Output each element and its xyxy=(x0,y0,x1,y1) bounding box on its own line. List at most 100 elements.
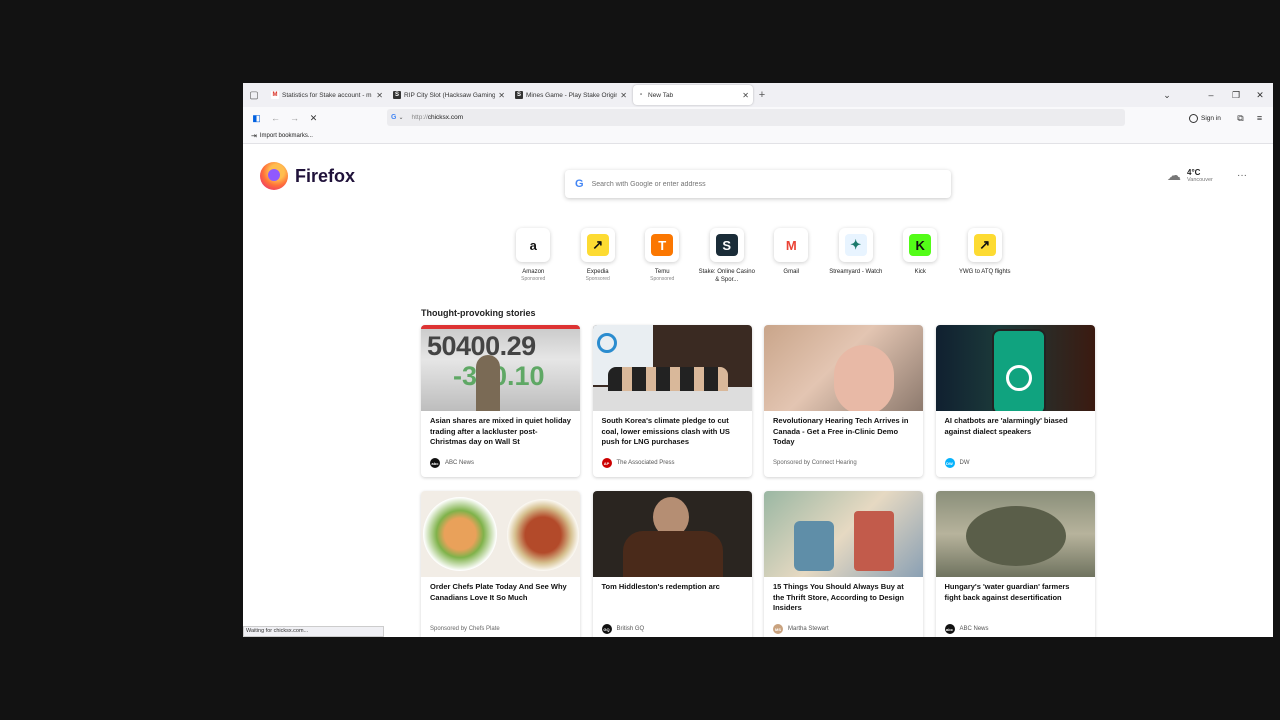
restore-icon[interactable]: ❐ xyxy=(1224,83,1248,107)
sidebar-toggle-icon[interactable]: ◧ xyxy=(247,109,266,127)
search-box[interactable]: G xyxy=(565,170,951,198)
top-site-icon-frame[interactable]: ✦ xyxy=(838,228,873,262)
story-title: AI chatbots are 'alarmingly' biased agai… xyxy=(944,416,1068,436)
sponsored-label: Sponsored xyxy=(585,276,610,282)
close-icon[interactable]: ✕ xyxy=(376,91,383,100)
weather-widget[interactable]: ☁ 4°C Vancouver xyxy=(1167,167,1213,184)
story-card[interactable]: Hungary's 'water guardian' farmers fight… xyxy=(935,491,1095,637)
publisher-logo-icon: abc xyxy=(430,458,440,468)
tab-new-tab[interactable]: • New Tab ✕ xyxy=(633,85,753,105)
search-input[interactable] xyxy=(591,180,932,188)
story-card[interactable]: 50400.29-350.10 Asian shares are mixed in… xyxy=(421,325,580,477)
firefox-logo: Firefox xyxy=(260,162,355,190)
tab-title: Statistics for Stake account - m xyxy=(282,91,372,99)
top-site-tile[interactable]: K Kick xyxy=(888,228,953,284)
address-bar[interactable]: G ⌄ http:// chicksx.com xyxy=(387,109,1125,126)
menu-hamburger-icon[interactable]: ≡ xyxy=(1250,109,1269,127)
top-site-label: YWG to ATQ flights xyxy=(958,269,1011,275)
story-thumbnail xyxy=(935,325,1095,411)
search-engine-google-icon[interactable]: G xyxy=(391,114,396,121)
story-title: Revolutionary Hearing Tech Arrives in Ca… xyxy=(773,416,909,446)
story-card[interactable]: AI chatbots are 'alarmingly' biased agai… xyxy=(935,325,1095,477)
extensions-icon[interactable]: ⧉ xyxy=(1231,109,1250,127)
publisher-name: Martha Stewart xyxy=(788,626,829,632)
top-site-icon-frame[interactable]: ↗ xyxy=(967,228,1002,262)
list-all-tabs-chevron-icon[interactable]: ⌄ xyxy=(1155,83,1179,107)
gmail-favicon-icon: M xyxy=(271,91,279,99)
close-icon[interactable]: ✕ xyxy=(498,91,505,100)
sponsored-label: Sponsored xyxy=(521,276,546,282)
import-bookmarks-link[interactable]: Import bookmarks... xyxy=(260,133,313,139)
expedia-icon: ↗ xyxy=(586,234,609,256)
tab-mines-game[interactable]: S Mines Game - Play Stake Origin ✕ xyxy=(511,85,631,105)
top-site-icon-frame[interactable]: K xyxy=(903,228,938,262)
close-icon[interactable]: ✕ xyxy=(742,91,749,100)
firefox-view-icon[interactable]: ▢ xyxy=(243,83,265,107)
top-site-label: Expedia xyxy=(586,269,609,275)
back-arrow-icon[interactable]: ← xyxy=(266,109,285,127)
top-site-tile[interactable]: M Gmail xyxy=(759,228,824,284)
top-site-label: Kick xyxy=(914,269,926,275)
top-site-tile[interactable]: T Temu Sponsored xyxy=(630,228,695,284)
close-window-icon[interactable]: ✕ xyxy=(1248,83,1272,107)
gmail-icon: M xyxy=(780,234,803,256)
story-card[interactable]: South Korea's climate pledge to cut coal… xyxy=(592,325,752,477)
top-site-tile[interactable]: ↗ YWG to ATQ flights xyxy=(953,228,1018,284)
tab-title: Mines Game - Play Stake Origin xyxy=(526,91,618,99)
publisher-name: ABC News xyxy=(959,626,989,632)
amazon-icon: a xyxy=(522,234,545,256)
story-source: MS Martha Stewart xyxy=(773,624,829,634)
story-source: DW DW xyxy=(944,458,970,468)
story-title: Order Chefs Plate Today And See Why Cana… xyxy=(430,582,567,602)
more-options-icon[interactable]: ··· xyxy=(1237,170,1247,181)
story-card[interactable]: 15 Things You Should Always Buy at the T… xyxy=(764,491,923,637)
top-site-icon-frame[interactable]: S xyxy=(709,228,744,262)
story-thumbnail xyxy=(764,491,923,577)
story-card[interactable]: Tom Hiddleston's redemption arc GQ British… xyxy=(592,491,752,637)
url-protocol: http:// xyxy=(411,114,428,121)
stop-loading-icon[interactable]: ✕ xyxy=(304,109,323,127)
stake-favicon-icon: S xyxy=(393,91,401,99)
status-panel: Waiting for chicksx.com... xyxy=(243,626,384,637)
account-icon xyxy=(1189,113,1198,123)
import-icon: ⇥ xyxy=(251,133,257,140)
publisher-logo-icon: MS xyxy=(773,624,783,634)
tab-rip-city-slot[interactable]: S RIP City Slot (Hacksaw Gaming) ✕ xyxy=(389,85,509,105)
stake-favicon-icon: S xyxy=(515,91,523,99)
story-title: Asian shares are mixed in quiet holiday … xyxy=(430,416,571,446)
top-site-icon-frame[interactable]: M xyxy=(774,228,809,262)
google-icon: G xyxy=(575,178,584,190)
chevron-down-icon[interactable]: ⌄ xyxy=(398,114,403,121)
bookmarks-toolbar: ⇥ Import bookmarks... xyxy=(243,129,1273,144)
kick-icon: K xyxy=(909,234,932,256)
story-card[interactable]: Revolutionary Hearing Tech Arrives in Ca… xyxy=(764,325,923,477)
tab-stake-statistics[interactable]: M Statistics for Stake account - m ✕ xyxy=(267,85,387,105)
story-thumbnail xyxy=(935,491,1095,577)
forward-arrow-icon[interactable]: → xyxy=(285,109,304,127)
top-site-icon-frame[interactable]: ↗ xyxy=(580,228,615,262)
top-site-tile[interactable]: ↗ Expedia Sponsored xyxy=(566,228,631,284)
close-icon[interactable]: ✕ xyxy=(620,91,627,100)
sign-in-button[interactable]: Sign in xyxy=(1189,110,1229,126)
weather-city: Vancouver xyxy=(1187,177,1213,183)
top-site-label: Temu xyxy=(654,269,670,275)
minimize-icon[interactable]: – xyxy=(1199,83,1223,107)
top-site-label: Streamyard - Watch xyxy=(829,269,883,275)
top-site-icon-frame[interactable]: a xyxy=(516,228,551,262)
loading-dot-icon: • xyxy=(639,92,643,98)
story-title: Hungary's 'water guardian' farmers fight… xyxy=(944,582,1070,602)
story-title: South Korea's climate pledge to cut coal… xyxy=(601,416,730,446)
story-title: 15 Things You Should Always Buy at the T… xyxy=(773,582,904,612)
stories-heading: Thought-provoking stories xyxy=(421,308,536,318)
top-site-icon-frame[interactable]: T xyxy=(645,228,680,262)
story-card[interactable]: Order Chefs Plate Today And See Why Cana… xyxy=(421,491,580,637)
tab-title: RIP City Slot (Hacksaw Gaming) xyxy=(404,91,496,99)
sign-in-label: Sign in xyxy=(1201,114,1221,122)
new-tab-button[interactable]: + xyxy=(753,85,771,105)
top-site-tile[interactable]: S Stake: Online Casino & Spor... xyxy=(695,228,760,284)
top-site-label: Gmail xyxy=(783,269,800,275)
top-site-tile[interactable]: a Amazon Sponsored xyxy=(501,228,566,284)
publisher-name: ABC News xyxy=(445,460,475,466)
top-site-tile[interactable]: ✦ Streamyard - Watch xyxy=(824,228,889,284)
story-thumbnail xyxy=(421,491,580,577)
